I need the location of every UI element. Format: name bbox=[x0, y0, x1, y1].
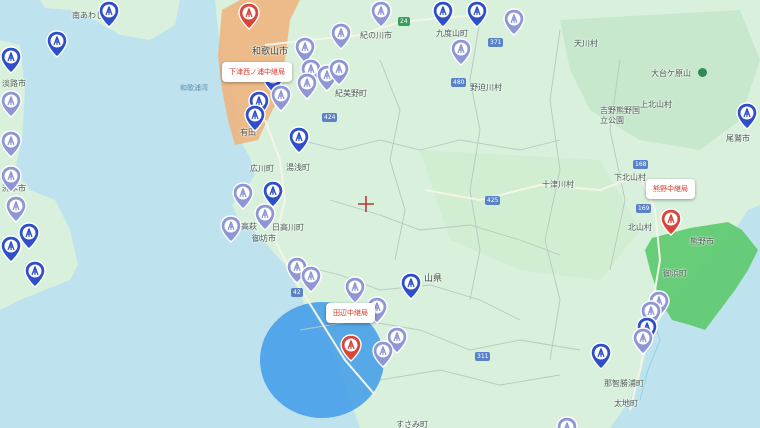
antenna-pin-icon bbox=[46, 30, 68, 58]
antenna-pin-icon bbox=[330, 22, 352, 50]
transmitter-marker[interactable] bbox=[46, 30, 68, 58]
antenna-pin-icon bbox=[328, 58, 350, 86]
transmitter-marker[interactable] bbox=[244, 104, 266, 132]
antenna-pin-icon bbox=[450, 38, 472, 66]
antenna-pin-icon bbox=[24, 260, 46, 288]
transmitter-marker[interactable] bbox=[288, 126, 310, 154]
transmitter-marker[interactable] bbox=[556, 416, 578, 428]
antenna-pin-icon bbox=[632, 327, 654, 355]
transmitter-marker[interactable] bbox=[372, 340, 394, 368]
antenna-pin-icon bbox=[590, 342, 612, 370]
transmitter-marker[interactable] bbox=[232, 182, 254, 210]
transmitter-marker[interactable] bbox=[632, 327, 654, 355]
transmitter-marker[interactable] bbox=[5, 195, 27, 223]
crosshair-icon bbox=[358, 196, 374, 212]
road-480: 480 bbox=[451, 78, 467, 87]
road-168: 168 bbox=[633, 160, 649, 169]
transmitter-marker[interactable] bbox=[254, 203, 276, 231]
road-371: 371 bbox=[488, 38, 504, 47]
transmitter-marker[interactable] bbox=[736, 102, 758, 130]
antenna-pin-icon bbox=[288, 126, 310, 154]
transmitter-marker[interactable] bbox=[0, 235, 22, 263]
transmitter-marker[interactable] bbox=[370, 0, 392, 28]
transmitter-marker[interactable] bbox=[590, 342, 612, 370]
map-view[interactable]: 南あわじ市 淡路市 洲本市 和歌山市 紀の川市 九度山町 天川村 紀美野町 野迫… bbox=[0, 0, 760, 428]
antenna-pin-icon bbox=[244, 104, 266, 132]
transmitter-marker[interactable] bbox=[220, 215, 242, 243]
antenna-pin-icon bbox=[296, 72, 318, 100]
transmitter-marker[interactable] bbox=[344, 276, 366, 304]
transmitter-marker[interactable] bbox=[296, 72, 318, 100]
antenna-pin-icon bbox=[466, 0, 488, 28]
road-424: 424 bbox=[322, 113, 338, 122]
transmitter-marker-selected[interactable] bbox=[238, 2, 260, 30]
antenna-pin-icon bbox=[5, 195, 27, 223]
antenna-pin-icon bbox=[232, 182, 254, 210]
antenna-pin-icon bbox=[370, 0, 392, 28]
antenna-pin-icon bbox=[372, 340, 394, 368]
antenna-pin-icon bbox=[220, 215, 242, 243]
transmitter-marker[interactable] bbox=[0, 165, 22, 193]
antenna-pin-icon bbox=[0, 130, 22, 158]
transmitter-marker[interactable] bbox=[0, 130, 22, 158]
label-sea: 和歌浦湾 bbox=[180, 84, 208, 92]
transmitter-marker[interactable] bbox=[328, 58, 350, 86]
road-425: 425 bbox=[485, 196, 501, 205]
transmitter-marker[interactable] bbox=[503, 8, 525, 36]
antenna-pin-icon bbox=[238, 2, 260, 30]
antenna-pin-icon bbox=[0, 165, 22, 193]
antenna-pin-icon bbox=[660, 208, 682, 236]
antenna-pin-icon bbox=[400, 272, 422, 300]
antenna-pin-icon bbox=[432, 0, 454, 28]
transmitter-marker[interactable] bbox=[0, 46, 22, 74]
antenna-pin-icon bbox=[340, 334, 362, 362]
road-24: 24 bbox=[398, 17, 410, 26]
transmitter-marker[interactable] bbox=[98, 0, 120, 28]
transmitter-marker-selected[interactable] bbox=[340, 334, 362, 362]
transmitter-marker[interactable] bbox=[432, 0, 454, 28]
antenna-pin-icon bbox=[0, 46, 22, 74]
antenna-pin-icon bbox=[736, 102, 758, 130]
antenna-pin-icon bbox=[344, 276, 366, 304]
callout-tanabe[interactable]: 田辺中継局 bbox=[326, 303, 375, 323]
road-311: 311 bbox=[475, 352, 491, 361]
transmitter-marker[interactable] bbox=[270, 84, 292, 112]
road-169: 169 bbox=[636, 204, 652, 213]
transmitter-marker[interactable] bbox=[0, 90, 22, 118]
antenna-pin-icon bbox=[0, 90, 22, 118]
antenna-pin-icon bbox=[503, 8, 525, 36]
callout-shimotsu[interactable]: 下津西ノ浦中継局 bbox=[222, 62, 292, 82]
antenna-pin-icon bbox=[556, 416, 578, 428]
antenna-pin-icon bbox=[300, 265, 322, 293]
antenna-pin-icon bbox=[98, 0, 120, 28]
callout-kumano[interactable]: 熊野中継局 bbox=[646, 179, 695, 199]
transmitter-marker-selected[interactable] bbox=[660, 208, 682, 236]
park-icon bbox=[698, 68, 707, 77]
transmitter-marker[interactable] bbox=[300, 265, 322, 293]
antenna-pin-icon bbox=[254, 203, 276, 231]
antenna-pin-icon bbox=[270, 84, 292, 112]
transmitter-marker[interactable] bbox=[450, 38, 472, 66]
transmitter-marker[interactable] bbox=[330, 22, 352, 50]
antenna-pin-icon bbox=[0, 235, 22, 263]
transmitter-marker[interactable] bbox=[466, 0, 488, 28]
transmitter-marker[interactable] bbox=[24, 260, 46, 288]
transmitter-marker[interactable] bbox=[400, 272, 422, 300]
